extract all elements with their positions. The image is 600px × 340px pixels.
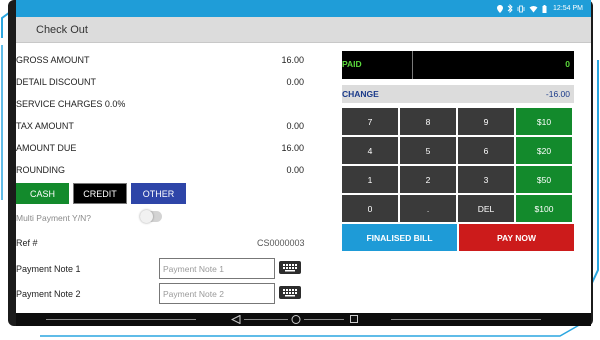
numeric-keypad: 7 8 9 $10 4 5 6 $20 1 2 3 $50 0. DEL $100 [342, 108, 574, 222]
status-icons [497, 4, 547, 13]
page-title: Check Out [36, 24, 88, 36]
keypad-key-3[interactable]: 3 [458, 166, 514, 193]
summary-lines: GROSS AMOUNT 16.00 DETAIL DISCOUNT 0.00 … [16, 50, 316, 182]
screenshot-stage: 12:54 PM Check Out GROSS AMOUNT 16.00 DE… [0, 0, 600, 340]
paid-value: 0 [565, 59, 570, 69]
finalised-bill-button[interactable]: FINALISED BILL [342, 224, 457, 251]
location-icon [497, 4, 504, 13]
tax-amount-label: TAX AMOUNT [16, 121, 74, 131]
change-row: CHANGE -16.00 [342, 85, 574, 103]
action-buttons: FINALISED BILL PAY NOW [342, 224, 574, 251]
battery-icon [542, 4, 547, 13]
keypad-key-del[interactable]: DEL [458, 195, 514, 222]
keypad-key-8[interactable]: 8 [400, 108, 456, 135]
keypad-key-5[interactable]: 5 [400, 137, 456, 164]
paid-label: PAID [342, 59, 362, 69]
ref-label: Ref # [16, 238, 38, 248]
paid-amount-field[interactable]: 0 [412, 51, 574, 79]
payment-note-1-label: Payment Note 1 [16, 264, 81, 274]
keyboard-icon[interactable] [279, 286, 301, 299]
gross-amount-label: GROSS AMOUNT [16, 55, 90, 65]
nav-divider-right [391, 319, 541, 320]
nav-divider-mid2 [304, 319, 344, 320]
checkout-screen: Check Out GROSS AMOUNT 16.00 DETAIL DISC… [16, 17, 591, 313]
keypad-key-decimal[interactable]: . [400, 195, 456, 222]
back-icon[interactable] [231, 315, 241, 324]
keypad-key-dollar-10[interactable]: $10 [516, 108, 572, 135]
credit-button[interactable]: CREDIT [73, 183, 127, 204]
multi-payment-toggle[interactable] [140, 210, 162, 223]
rounding-label: ROUNDING [16, 165, 65, 175]
keypad-key-4[interactable]: 4 [342, 137, 398, 164]
service-charges-row: SERVICE CHARGES 0.0% [16, 94, 316, 116]
rounding-value: 0.00 [286, 165, 304, 175]
payment-note-2-input[interactable] [159, 283, 275, 304]
bluetooth-icon [507, 4, 513, 13]
amount-due-label: AMOUNT DUE [16, 143, 77, 153]
clock-time: 12:54 PM [553, 5, 583, 12]
tax-amount-value: 0.00 [286, 121, 304, 131]
payment-note-1-input[interactable] [159, 258, 275, 279]
rounding-row: ROUNDING 0.00 [16, 160, 316, 182]
gross-amount-value: 16.00 [281, 55, 304, 65]
status-bar: 12:54 PM [16, 0, 591, 17]
pay-now-button[interactable]: PAY NOW [459, 224, 574, 251]
keypad-key-dollar-50[interactable]: $50 [516, 166, 572, 193]
detail-discount-value: 0.00 [286, 77, 304, 87]
payment-type-buttons: CASH CREDIT OTHER [16, 183, 186, 204]
keypad-key-0[interactable]: 0 [342, 195, 398, 222]
other-button[interactable]: OTHER [131, 183, 186, 204]
gross-amount-row: GROSS AMOUNT 16.00 [16, 50, 316, 72]
paid-row: PAID 0 [342, 51, 574, 79]
change-label: CHANGE [342, 89, 379, 99]
change-value: -16.00 [545, 89, 570, 99]
recents-icon[interactable] [350, 315, 358, 323]
amount-due-value: 16.00 [281, 143, 304, 153]
keyboard-icon[interactable] [279, 261, 301, 274]
keypad-key-9[interactable]: 9 [458, 108, 514, 135]
vibrate-icon [517, 5, 525, 12]
cash-button[interactable]: CASH [16, 183, 69, 204]
android-nav-bar [16, 313, 591, 326]
keypad-key-dollar-20[interactable]: $20 [516, 137, 572, 164]
wifi-icon [529, 5, 538, 12]
amount-due-row: AMOUNT DUE 16.00 [16, 138, 316, 160]
ref-value: CS0000003 [257, 238, 305, 248]
toggle-knob [140, 210, 153, 223]
keypad-key-1[interactable]: 1 [342, 166, 398, 193]
service-charges-label: SERVICE CHARGES 0.0% [16, 99, 126, 109]
nav-divider-left [46, 319, 196, 320]
detail-discount-row: DETAIL DISCOUNT 0.00 [16, 72, 316, 94]
detail-discount-label: DETAIL DISCOUNT [16, 77, 97, 87]
payment-note-2-label: Payment Note 2 [16, 289, 81, 299]
keypad-key-7[interactable]: 7 [342, 108, 398, 135]
tax-amount-row: TAX AMOUNT 0.00 [16, 116, 316, 138]
home-icon[interactable] [291, 315, 301, 325]
keypad-key-dollar-100[interactable]: $100 [516, 195, 572, 222]
multi-payment-label: Multi Payment Y/N? [16, 213, 91, 223]
title-bar: Check Out [16, 17, 591, 43]
nav-divider-mid [244, 319, 288, 320]
keypad-key-6[interactable]: 6 [458, 137, 514, 164]
keypad-key-2[interactable]: 2 [400, 166, 456, 193]
